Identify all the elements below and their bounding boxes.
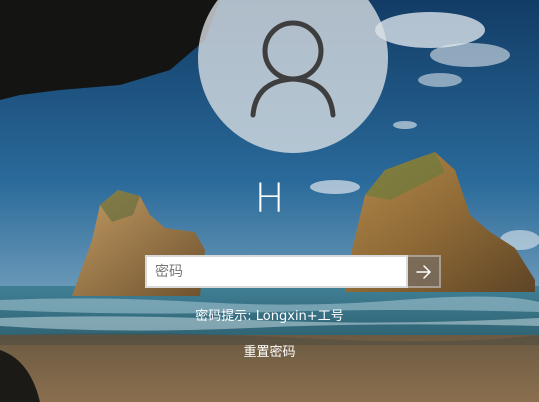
reset-password-link[interactable]: 重置密码	[243, 345, 295, 360]
user-silhouette-icon	[250, 20, 336, 118]
password-form	[145, 255, 441, 288]
reset-password-container: 重置密码	[0, 343, 539, 363]
user-avatar	[198, 0, 388, 153]
submit-button[interactable]	[408, 255, 441, 288]
arrow-right-icon	[415, 264, 431, 279]
user-name: H	[254, 176, 285, 222]
password-hint: 密码提示: Longxin+工号	[195, 309, 344, 324]
password-input[interactable]	[145, 255, 408, 288]
